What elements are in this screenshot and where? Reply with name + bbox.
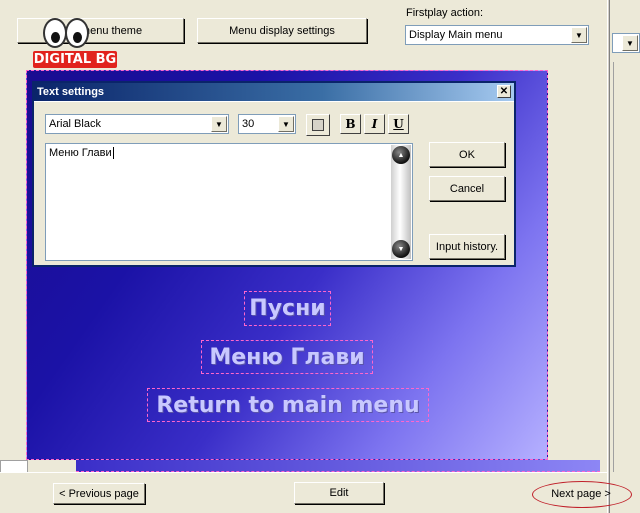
chevron-down-icon[interactable]: ▼	[211, 116, 227, 132]
dialog-title-bar[interactable]: Text settings ✕	[34, 83, 514, 101]
firstplay-value: Display Main menu	[409, 29, 503, 41]
ok-label: OK	[459, 148, 475, 161]
underline-button[interactable]: U	[388, 114, 409, 134]
firstplay-label: Firstplay action:	[406, 7, 484, 19]
chevron-down-icon[interactable]: ▼	[278, 116, 294, 132]
input-history-button[interactable]: Input history.	[429, 234, 505, 259]
digital-bg-logo: DIGITAL BG	[33, 16, 117, 70]
dialog-title: Text settings	[37, 86, 105, 98]
menu-item-return[interactable]: Return to main menu	[147, 388, 429, 422]
right-panel-dropdown[interactable]: ▼	[612, 33, 640, 53]
input-history-label: Input history.	[435, 240, 499, 253]
font-size-value: 30	[242, 118, 255, 130]
previous-page-button[interactable]: < Previous page	[53, 483, 145, 504]
scrollbar[interactable]: ▲ ▼	[391, 145, 411, 259]
close-icon[interactable]: ✕	[497, 85, 511, 98]
menu-display-settings-button[interactable]: Menu display settings	[197, 18, 367, 43]
chevron-down-icon[interactable]: ▼	[622, 35, 638, 51]
cancel-button[interactable]: Cancel	[429, 176, 505, 201]
dialog-body: Arial Black ▼ 30 ▼ B I U Меню Глави ▲ ▼ …	[34, 101, 514, 265]
scroll-down-icon[interactable]: ▼	[392, 240, 410, 258]
text-input[interactable]: Меню Глави ▲ ▼	[45, 143, 413, 261]
eyes-icon	[43, 18, 93, 52]
chevron-down-icon[interactable]: ▼	[571, 27, 587, 43]
right-panel-area	[613, 62, 640, 472]
text-settings-dialog: Text settings ✕ Arial Black ▼ 30 ▼ B I U…	[32, 81, 516, 267]
canvas-bottom-edge	[76, 460, 600, 472]
color-swatch	[312, 119, 324, 131]
color-button[interactable]	[306, 114, 330, 136]
text-cursor	[112, 147, 114, 159]
font-select[interactable]: Arial Black ▼	[45, 114, 229, 134]
font-size-select[interactable]: 30 ▼	[238, 114, 296, 134]
bold-button[interactable]: B	[340, 114, 361, 134]
menu-item-play[interactable]: Пусни	[244, 291, 331, 326]
scroll-up-icon[interactable]: ▲	[392, 146, 410, 164]
italic-button[interactable]: I	[364, 114, 385, 134]
edit-label: Edit	[329, 487, 349, 499]
menu-item-chapters[interactable]: Меню Глави	[201, 340, 373, 374]
menu-display-settings-label: Menu display settings	[229, 24, 335, 37]
highlight-ellipse	[532, 481, 632, 508]
ok-button[interactable]: OK	[429, 142, 505, 167]
previous-page-label: < Previous page	[59, 487, 139, 500]
firstplay-select[interactable]: Display Main menu ▼	[405, 25, 589, 45]
logo-text: DIGITAL BG	[33, 51, 117, 68]
cancel-label: Cancel	[449, 182, 485, 195]
edit-button[interactable]: Edit	[294, 482, 384, 504]
font-value: Arial Black	[49, 118, 101, 130]
text-input-value: Меню Глави	[49, 147, 112, 159]
